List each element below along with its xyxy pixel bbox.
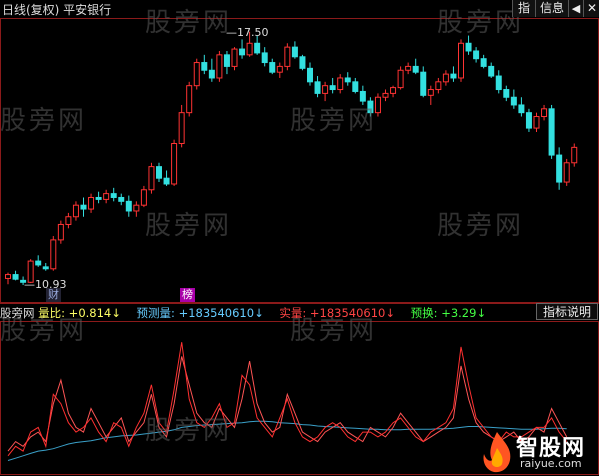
candle-body [420, 71, 427, 96]
candle-body [442, 73, 449, 83]
watermark: 股旁网 [145, 416, 233, 446]
watermark: 股旁网 [437, 211, 525, 241]
candle-body [208, 69, 215, 79]
candle-body [488, 65, 495, 77]
candle-body [12, 274, 19, 280]
candle-body [65, 216, 72, 225]
candle-body [291, 46, 298, 58]
info-button[interactable]: 信息 [535, 0, 568, 17]
candle-body [72, 204, 79, 218]
candle-body [563, 162, 570, 183]
candle-body [450, 73, 457, 79]
candle-body [412, 65, 419, 73]
candle-body [307, 67, 313, 83]
candle-body [495, 75, 502, 91]
indicator-name: 股旁网 [0, 306, 35, 320]
candle-body [171, 143, 178, 185]
candle-body [35, 260, 42, 266]
panel-divider [0, 303, 599, 304]
candle-body [344, 77, 351, 83]
indicator-legend: 股旁网 量比: +0.814↓ 预测量: +183540610↓ 实量: +18… [0, 305, 498, 321]
candle-body [337, 77, 344, 91]
candle-body [254, 42, 261, 54]
candle-body [223, 54, 230, 67]
site-logo: 智股网 raiyue.com [478, 430, 598, 476]
title-bar: 日线(复权) 平安银行 指 信息 ◀ ✕ [0, 0, 599, 18]
logo-url: raiyue.com [520, 457, 582, 470]
candle-body [435, 81, 442, 91]
candle-body [382, 92, 389, 98]
candle-body [329, 85, 336, 91]
candle-body [231, 48, 238, 67]
candle-body [322, 85, 329, 94]
watermark: 股旁网 [0, 106, 88, 136]
candle-body [239, 48, 246, 56]
indicator-description-button[interactable]: 指标说明 [536, 303, 598, 320]
candle-body [269, 62, 276, 73]
high-price-label: —17.50 [226, 26, 269, 39]
candle-body [261, 52, 268, 64]
candle-body [201, 62, 208, 71]
candle-body [133, 204, 140, 212]
watermark: 股旁网 [290, 106, 378, 136]
predicted-turnover-value: 预换: +3.29↓ [410, 306, 487, 320]
candle-body [397, 69, 404, 89]
flame-logo-icon [483, 432, 511, 473]
candle-body [148, 166, 155, 191]
candle-body [510, 96, 517, 106]
candle-body [465, 42, 472, 52]
candle-body [276, 65, 283, 73]
candle-body [95, 196, 102, 200]
candle-body [571, 146, 578, 164]
candle-body [163, 177, 170, 185]
candle-body [518, 104, 525, 114]
candle-body [246, 42, 253, 56]
candle-body [110, 193, 117, 198]
candle-body [216, 54, 223, 79]
candle-body [473, 50, 480, 60]
candle-body [352, 81, 359, 92]
candle-body [299, 56, 306, 69]
candle-body [125, 200, 132, 212]
candle-body [533, 116, 540, 129]
close-icon[interactable]: ✕ [583, 0, 599, 17]
candle-body [186, 85, 193, 114]
candle-body [541, 108, 548, 118]
chart-title: 日线(复权) 平安银行 [2, 3, 112, 17]
predicted-volume-value: 预测量: +183540610↓ [136, 306, 264, 320]
candle-body [503, 89, 510, 98]
candle-body [314, 81, 321, 94]
ranking-tag[interactable]: 榜 [180, 288, 195, 302]
candle-body [57, 223, 64, 241]
candle-body [80, 204, 87, 210]
candle-body [525, 112, 532, 129]
candle-body [284, 46, 291, 67]
candle-body [118, 196, 125, 202]
candle-body [548, 108, 555, 156]
candle-body [156, 166, 162, 179]
collapse-arrow-icon[interactable]: ◀ [568, 0, 583, 17]
candle-body [103, 193, 110, 200]
candle-body [427, 89, 434, 96]
candle-body [405, 65, 412, 71]
candle-body [390, 87, 397, 94]
candle-body [480, 58, 487, 67]
indicator-button[interactable]: 指 [512, 0, 535, 17]
candle-body [42, 266, 49, 270]
candle-body [193, 62, 200, 87]
actual-volume-value: 实量: +183540610↓ [279, 306, 396, 320]
financial-report-tag[interactable]: 财 [46, 288, 61, 302]
volume-ratio-value: 量比: +0.814↓ [38, 306, 121, 320]
candle-body [556, 154, 563, 183]
candle-body [50, 239, 57, 270]
candle-body [178, 112, 185, 145]
candle-body [5, 274, 11, 279]
candle-body [140, 189, 147, 206]
candle-body [458, 42, 464, 79]
watermark: 股旁网 [145, 211, 233, 241]
candle-body [88, 196, 95, 210]
